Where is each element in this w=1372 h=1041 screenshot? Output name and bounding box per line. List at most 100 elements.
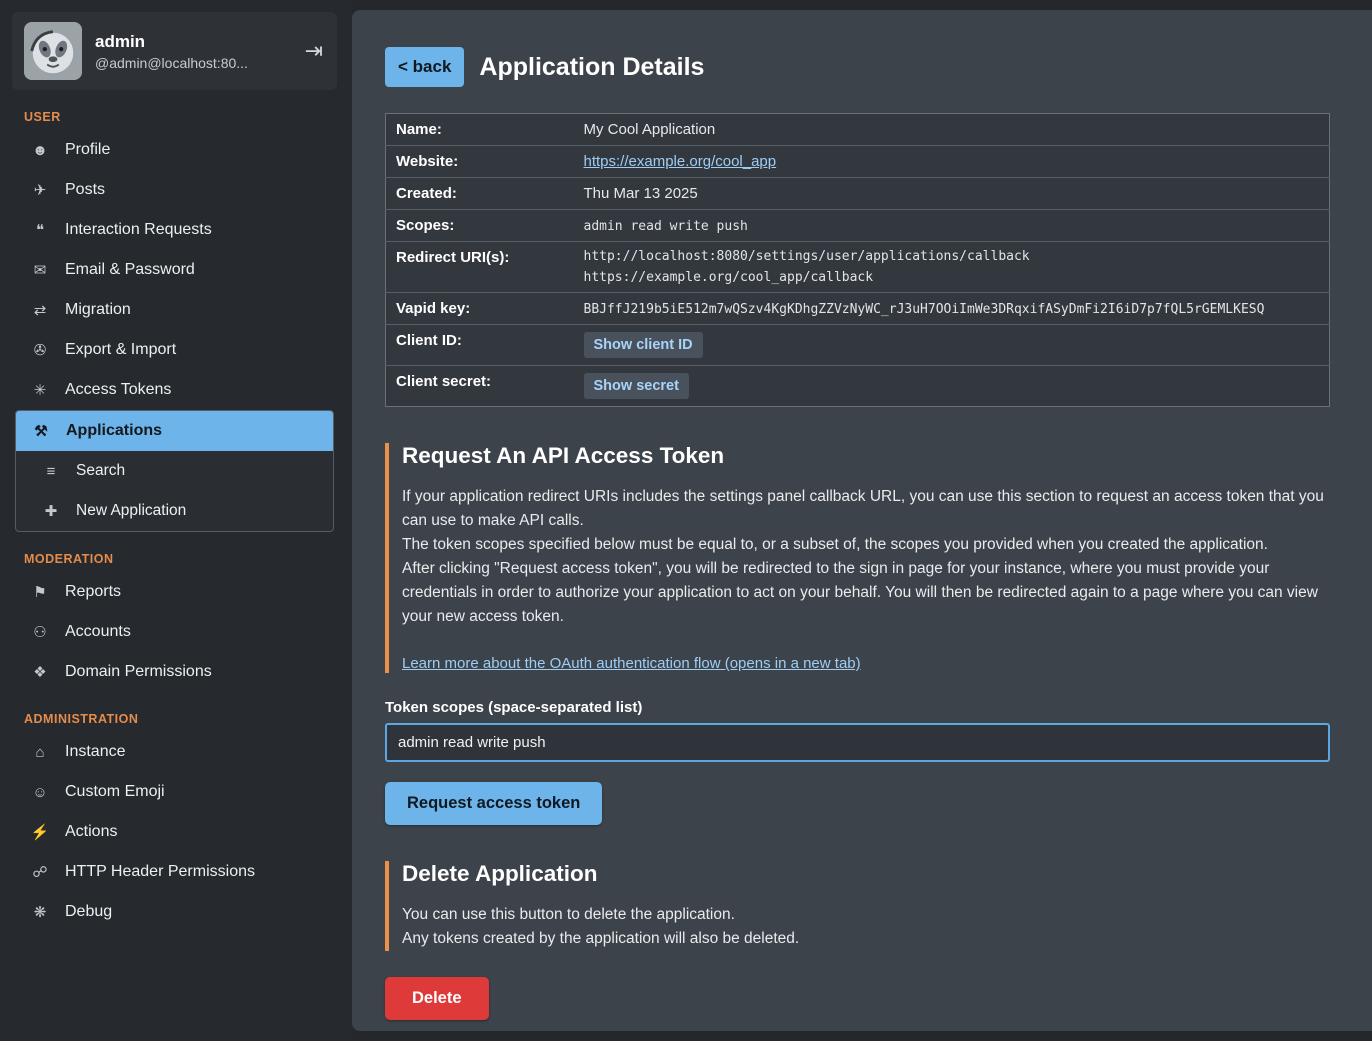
sidebar-item-debug[interactable]: ❋ Debug	[0, 892, 352, 932]
speech-bubble-icon: ❝	[30, 221, 50, 239]
delete-info-line-2: Any tokens created by the application wi…	[402, 927, 1330, 951]
token-scopes-form: Token scopes (space-separated list) Requ…	[385, 699, 1330, 825]
sidebar-item-label: Interaction Requests	[65, 221, 212, 239]
request-token-para-1: If your application redirect URIs includ…	[402, 485, 1330, 533]
app-root: admin @admin@localhost:80... ⇥ USER ☻ Pr…	[0, 0, 1372, 1041]
sidebar-section-moderation: MODERATION	[24, 552, 352, 566]
paper-plane-icon: ✈	[30, 181, 50, 199]
show-secret-button[interactable]: Show secret	[584, 373, 689, 399]
sidebar-item-instance[interactable]: ⌂ Instance	[0, 732, 352, 772]
table-row-name: Name: My Cool Application	[386, 114, 1330, 146]
website-link[interactable]: https://example.org/cool_app	[584, 153, 777, 170]
sidebar-item-label: Accounts	[65, 623, 131, 641]
sidebar-item-accounts[interactable]: ⚇ Accounts	[0, 612, 352, 652]
page-title: Application Details	[479, 53, 704, 82]
sidebar-item-label: Reports	[65, 583, 121, 601]
sidebar-item-label: Email & Password	[65, 261, 195, 279]
row-label: Vapid key:	[386, 293, 574, 325]
sidebar-item-domain-permissions[interactable]: ❖ Domain Permissions	[0, 652, 352, 692]
delete-application-section: Delete Application You can use this butt…	[385, 861, 1330, 951]
sidebar: admin @admin@localhost:80... ⇥ USER ☻ Pr…	[0, 0, 352, 1041]
user-info: admin @admin@localhost:80...	[95, 32, 248, 71]
redirect-uri-2: https://example.org/cool_app/callback	[584, 270, 1320, 285]
token-scopes-label: Token scopes (space-separated list)	[385, 699, 1330, 716]
sidebar-item-label: Export & Import	[65, 341, 176, 359]
oauth-docs-link[interactable]: Learn more about the OAuth authenticatio…	[402, 655, 861, 672]
delete-info-line-1: You can use this button to delete the ap…	[402, 903, 1330, 927]
sidebar-item-label: HTTP Header Permissions	[65, 863, 255, 881]
request-token-para-3: After clicking "Request access token", y…	[402, 557, 1330, 629]
table-row-client-secret: Client secret: Show secret	[386, 366, 1330, 407]
logout-icon[interactable]: ⇥	[303, 38, 325, 64]
bolt-icon: ⚡	[30, 823, 50, 841]
sidebar-item-profile[interactable]: ☻ Profile	[0, 130, 352, 170]
sidebar-item-new-application[interactable]: ✚ New Application	[16, 491, 333, 531]
sidebar-item-label: Applications	[66, 422, 162, 440]
flag-icon: ⚑	[30, 583, 50, 601]
request-token-title: Request An API Access Token	[402, 443, 1330, 469]
table-row-scopes: Scopes: admin read write push	[386, 210, 1330, 242]
sidebar-item-export-import[interactable]: ✇ Export & Import	[0, 330, 352, 370]
application-name: My Cool Application	[574, 114, 1330, 146]
page-header: < back Application Details	[385, 47, 1330, 87]
delete-application-title: Delete Application	[402, 861, 1330, 887]
row-label: Website:	[386, 146, 574, 178]
bug-icon: ❋	[30, 903, 50, 921]
user-handle: @admin@localhost:80...	[95, 55, 248, 71]
sidebar-item-label: Profile	[65, 141, 110, 159]
sidebar-item-reports[interactable]: ⚑ Reports	[0, 572, 352, 612]
tools-icon: ⚒	[31, 422, 51, 440]
sidebar-item-http-header-permissions[interactable]: ☍ HTTP Header Permissions	[0, 852, 352, 892]
sidebar-item-email-password[interactable]: ✉ Email & Password	[0, 250, 352, 290]
sidebar-item-custom-emoji[interactable]: ☺ Custom Emoji	[0, 772, 352, 812]
row-label: Redirect URI(s):	[386, 242, 574, 293]
sidebar-item-access-tokens[interactable]: ✳ Access Tokens	[0, 370, 352, 410]
request-token-para-2: The token scopes specified below must be…	[402, 533, 1330, 557]
table-row-redirect-uris: Redirect URI(s): http://localhost:8080/s…	[386, 242, 1330, 293]
scopes-value: admin read write push	[584, 219, 748, 234]
sidebar-section-user: USER	[24, 110, 352, 124]
table-row-website: Website: https://example.org/cool_app	[386, 146, 1330, 178]
sidebar-item-applications[interactable]: ⚒ Applications	[16, 411, 333, 451]
network-icon: ❖	[30, 663, 50, 681]
share-icon: ☍	[30, 863, 50, 881]
sidebar-item-label: Posts	[65, 181, 105, 199]
request-access-token-button[interactable]: Request access token	[385, 782, 602, 825]
sidebar-item-applications-search[interactable]: ≡ Search	[16, 451, 333, 491]
table-row-vapid-key: Vapid key: BBJffJ219b5iE512m7wQSzv4KgKDh…	[386, 293, 1330, 325]
token-scopes-input[interactable]	[385, 723, 1330, 762]
show-client-id-button[interactable]: Show client ID	[584, 332, 703, 358]
back-button[interactable]: < back	[385, 47, 464, 87]
user-icon: ☻	[30, 142, 50, 159]
main-content: < back Application Details Name: My Cool…	[352, 10, 1372, 1031]
table-row-created: Created: Thu Mar 13 2025	[386, 178, 1330, 210]
floppy-icon: ✇	[30, 341, 50, 359]
application-details-table: Name: My Cool Application Website: https…	[385, 113, 1330, 407]
row-label: Client secret:	[386, 366, 574, 407]
row-label: Name:	[386, 114, 574, 146]
table-row-client-id: Client ID: Show client ID	[386, 325, 1330, 366]
applications-group: ⚒ Applications ≡ Search ✚ New Applicatio…	[15, 410, 334, 532]
sidebar-item-posts[interactable]: ✈ Posts	[0, 170, 352, 210]
sidebar-item-actions[interactable]: ⚡ Actions	[0, 812, 352, 852]
redirect-uri-1: http://localhost:8080/settings/user/appl…	[584, 249, 1320, 264]
row-label: Client ID:	[386, 325, 574, 366]
sloth-avatar-image	[24, 22, 82, 80]
sidebar-item-migration[interactable]: ⇄ Migration	[0, 290, 352, 330]
user-card[interactable]: admin @admin@localhost:80... ⇥	[12, 12, 337, 90]
sidebar-section-administration: ADMINISTRATION	[24, 712, 352, 726]
sidebar-item-label: Domain Permissions	[65, 663, 212, 681]
sidebar-item-label: Search	[76, 462, 125, 480]
sidebar-item-label: New Application	[76, 502, 186, 520]
envelope-icon: ✉	[30, 261, 50, 279]
row-label: Scopes:	[386, 210, 574, 242]
row-label: Created:	[386, 178, 574, 210]
user-name: admin	[95, 32, 248, 52]
sidebar-item-label: Access Tokens	[65, 381, 171, 399]
sidebar-item-interaction-requests[interactable]: ❝ Interaction Requests	[0, 210, 352, 250]
arrows-icon: ⇄	[30, 301, 50, 319]
sidebar-item-label: Custom Emoji	[65, 783, 165, 801]
delete-button[interactable]: Delete	[385, 977, 489, 1020]
asterisk-icon: ✳	[30, 381, 50, 399]
vapid-key-value: BBJffJ219b5iE512m7wQSzv4KgKDhgZZVzNyWC_r…	[584, 302, 1265, 317]
